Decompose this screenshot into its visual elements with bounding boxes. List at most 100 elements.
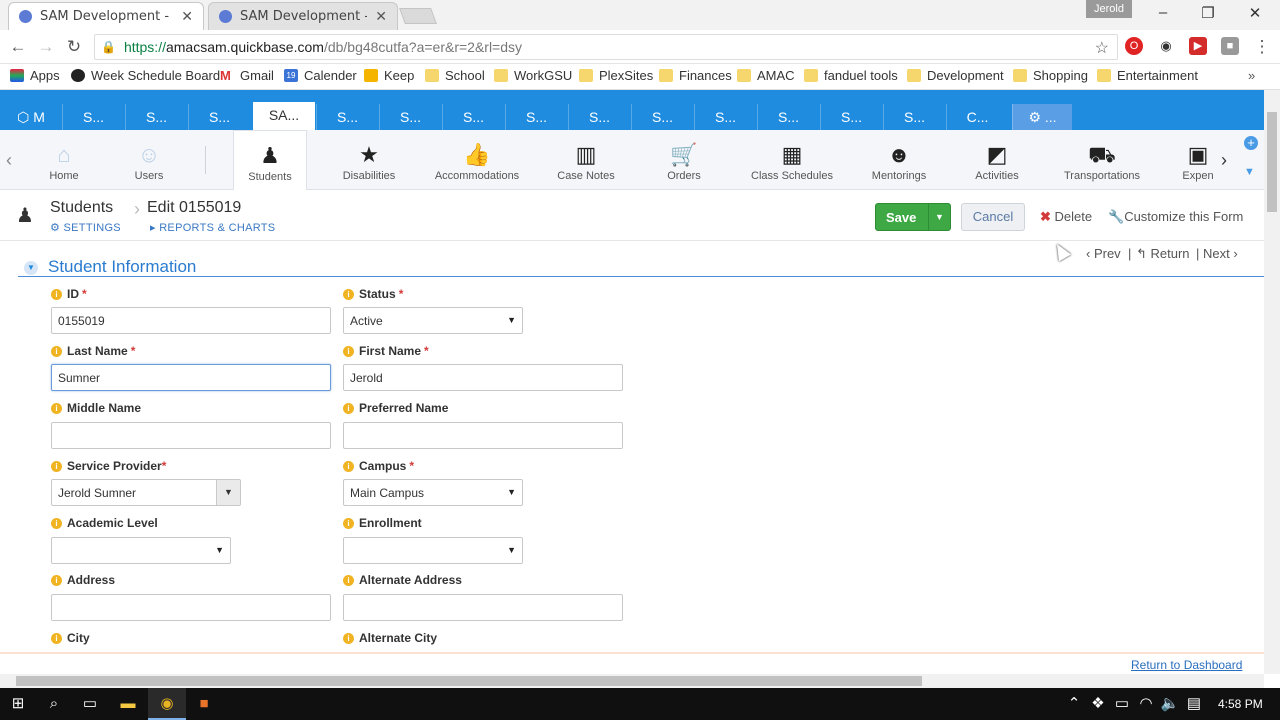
- id-input[interactable]: 0155019: [51, 307, 331, 334]
- info-icon[interactable]: i: [51, 632, 62, 644]
- settings-link[interactable]: ⚙ SETTINGS: [50, 221, 121, 234]
- status-select[interactable]: Active ▼: [343, 307, 523, 334]
- info-icon[interactable]: i: [343, 402, 354, 414]
- wifi-icon[interactable]: ◠: [1136, 694, 1156, 714]
- nav-case-notes[interactable]: ▥ Case Notes: [548, 130, 624, 188]
- bookmark-folder-school[interactable]: School: [425, 68, 485, 83]
- app-tab[interactable]: S...: [568, 104, 630, 130]
- app-tab[interactable]: S...: [62, 104, 124, 130]
- collapse-caret-icon[interactable]: ▼: [24, 261, 38, 275]
- audio-extension-icon[interactable]: ◉: [1157, 37, 1175, 55]
- chrome-taskbar-button[interactable]: ◉: [148, 688, 186, 720]
- bookmark-star-icon[interactable]: ☆: [1095, 38, 1109, 58]
- bookmark-folder-development[interactable]: Development: [907, 68, 1004, 83]
- info-icon[interactable]: i: [51, 460, 62, 472]
- chrome-menu-icon[interactable]: ⋮: [1252, 37, 1272, 57]
- alternate-address-input[interactable]: [343, 594, 623, 621]
- nav-expand-icon[interactable]: ▼: [1244, 166, 1255, 178]
- vertical-scroll-thumb[interactable]: [1267, 112, 1277, 212]
- close-tab-icon[interactable]: ✕: [181, 9, 193, 25]
- address-input[interactable]: [51, 594, 331, 621]
- bookmark-folder-shopping[interactable]: Shopping: [1013, 68, 1088, 83]
- bookmark-folder-workgsu[interactable]: WorkGSU: [494, 68, 572, 83]
- taskbar-clock[interactable]: 4:58 PM: [1218, 697, 1263, 711]
- info-icon[interactable]: i: [51, 402, 62, 414]
- bookmark-folder-amac[interactable]: AMAC: [737, 68, 795, 83]
- app-tab[interactable]: S...: [125, 104, 187, 130]
- profile-chip[interactable]: Jerold: [1086, 0, 1132, 18]
- nav-users[interactable]: ☺ Users: [112, 130, 186, 188]
- info-icon[interactable]: i: [343, 574, 354, 586]
- customize-form-link[interactable]: 🔧Customize this Form: [1108, 209, 1243, 225]
- horizontal-scrollbar[interactable]: [0, 674, 1264, 688]
- bookmark-keep[interactable]: Keep: [364, 68, 414, 83]
- save-options-chevron-icon[interactable]: ▼: [928, 204, 950, 230]
- info-icon[interactable]: i: [51, 574, 62, 586]
- app-tab[interactable]: S...: [820, 104, 882, 130]
- bookmark-apps[interactable]: Apps: [10, 68, 60, 83]
- nav-expenses[interactable]: ▣ Expen: [1176, 130, 1220, 188]
- bookmark-folder-entertainment[interactable]: Entertainment: [1097, 68, 1198, 83]
- bookmark-calender[interactable]: 19 Calender: [284, 68, 357, 83]
- nav-home[interactable]: ⌂ Home: [28, 130, 100, 188]
- file-explorer-icon[interactable]: ▬: [118, 694, 138, 714]
- academic-level-select[interactable]: ▼: [51, 537, 231, 564]
- vertical-scrollbar[interactable]: [1264, 90, 1280, 674]
- campus-select[interactable]: Main Campus ▼: [343, 479, 523, 506]
- notifications-icon[interactable]: ▤: [1184, 694, 1204, 714]
- nav-activities[interactable]: ◩ Activities: [966, 130, 1028, 188]
- service-provider-combobox[interactable]: Jerold Sumner ▼: [51, 479, 241, 506]
- info-icon[interactable]: i: [343, 517, 354, 529]
- address-bar[interactable]: 🔒 https://amacsam.quickbase.com/db/bg48c…: [94, 34, 1118, 60]
- windows-start-icon[interactable]: ⊞: [8, 694, 28, 714]
- reload-icon[interactable]: ↻: [64, 37, 84, 57]
- window-close-icon[interactable]: ✕: [1240, 4, 1270, 22]
- app-tab[interactable]: S...: [505, 104, 567, 130]
- app-tab[interactable]: S...: [316, 104, 378, 130]
- bookmark-folder-plexsites[interactable]: PlexSites: [579, 68, 653, 83]
- dropdown-arrow-icon[interactable]: ▼: [216, 480, 240, 505]
- app-tab[interactable]: S...: [631, 104, 693, 130]
- nav-disabilities[interactable]: ★ Disabilities: [330, 130, 408, 188]
- tray-chevron-icon[interactable]: ⌃: [1064, 694, 1084, 714]
- task-view-icon[interactable]: ▭: [80, 694, 100, 714]
- minimize-icon[interactable]: –: [1148, 4, 1178, 21]
- app-orange-icon[interactable]: ■: [194, 694, 214, 714]
- app-tab-active[interactable]: SA...: [253, 102, 315, 130]
- app-tab-apps[interactable]: ⚙ ...: [1012, 104, 1072, 130]
- app-tab[interactable]: S...: [757, 104, 819, 130]
- forward-arrow-icon[interactable]: →: [36, 37, 56, 57]
- breadcrumb-table[interactable]: Students: [50, 199, 113, 217]
- nav-transportations[interactable]: ⛟ Transportations: [1060, 130, 1144, 188]
- browser-tab-inactive[interactable]: SAM Development - Fiel ✕: [208, 2, 398, 30]
- info-icon[interactable]: i: [51, 345, 62, 357]
- nav-mentorings[interactable]: ☻ Mentorings: [864, 130, 934, 188]
- bookmark-folder-fanduel[interactable]: fanduel tools: [804, 68, 898, 83]
- last-name-input[interactable]: Sumner: [51, 364, 331, 391]
- info-icon[interactable]: i: [51, 288, 62, 300]
- opera-extension-icon[interactable]: O: [1125, 37, 1143, 55]
- dropbox-icon[interactable]: ❖: [1088, 694, 1108, 714]
- bookmarks-overflow[interactable]: »: [1248, 68, 1255, 83]
- app-tab[interactable]: C...: [946, 104, 1008, 130]
- bookmark-gmail[interactable]: M Gmail: [220, 68, 274, 83]
- close-tab-icon[interactable]: ✕: [375, 9, 387, 25]
- app-tab[interactable]: S...: [883, 104, 945, 130]
- restore-icon[interactable]: ❐: [1193, 4, 1223, 22]
- nav-accommodations[interactable]: 👍 Accommodations: [428, 130, 526, 188]
- info-icon[interactable]: i: [343, 345, 354, 357]
- battery-icon[interactable]: ▭: [1112, 694, 1132, 714]
- save-button[interactable]: Save ▼: [875, 203, 951, 231]
- app-tab[interactable]: S...: [188, 104, 250, 130]
- nav-scroll-left-icon[interactable]: ‹: [6, 150, 12, 171]
- search-icon[interactable]: ⌕: [44, 694, 64, 714]
- back-arrow-icon[interactable]: ←: [8, 37, 28, 57]
- preferred-name-input[interactable]: [343, 422, 623, 449]
- volume-icon[interactable]: 🔈: [1160, 694, 1180, 714]
- app-tab[interactable]: S...: [442, 104, 504, 130]
- browser-tab-active[interactable]: SAM Development - Edit ✕: [8, 2, 204, 30]
- return-to-dashboard-link[interactable]: Return to Dashboard: [1131, 658, 1242, 672]
- info-icon[interactable]: i: [51, 517, 62, 529]
- info-icon[interactable]: i: [343, 288, 354, 300]
- bookmark-week-schedule[interactable]: Week Schedule Board: [71, 68, 220, 83]
